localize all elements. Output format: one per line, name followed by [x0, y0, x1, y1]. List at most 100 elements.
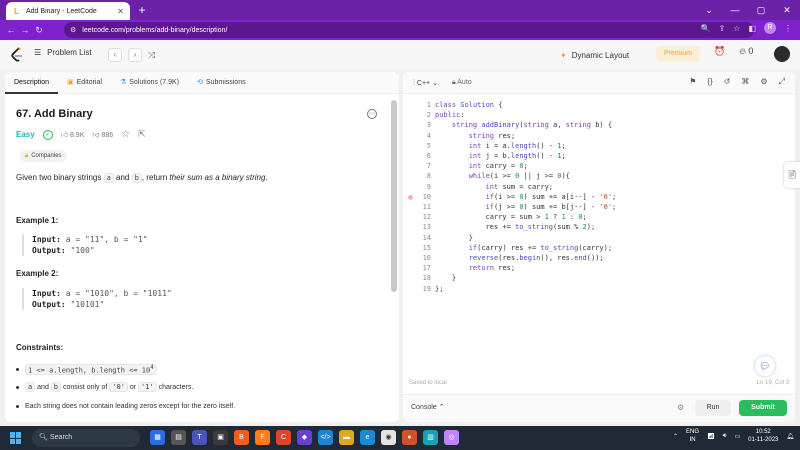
language-select[interactable]: ⁞ C++ ⌄	[413, 79, 438, 87]
leetcode-logo-icon[interactable]	[10, 47, 24, 63]
editorial-icon: ▣	[67, 78, 74, 86]
shuffle-icon[interactable]: ⤨	[148, 50, 155, 61]
minimize-icon[interactable]: —	[722, 0, 748, 20]
code-content[interactable]: class Solution { public: string addBinar…	[435, 100, 616, 294]
tab-solutions[interactable]: ⚗ Solutions (7.9K)	[111, 72, 188, 94]
task-view-icon[interactable]: ▦	[150, 430, 165, 445]
companies-tag[interactable]: 🔒︎ Companies	[20, 150, 67, 162]
like-button[interactable]: 👍︎ 8.9K	[61, 130, 85, 139]
settings-gear-icon[interactable]: ⚙	[760, 77, 767, 87]
thumbs-up-icon: 👍︎	[60, 132, 69, 139]
line-number: 15	[422, 243, 431, 252]
chevron-up-icon[interactable]: ⌃	[673, 433, 678, 440]
vscode-icon[interactable]: </>	[318, 430, 333, 445]
settings-icon[interactable]: ⚙	[677, 403, 684, 412]
submit-button[interactable]: Submit	[739, 400, 787, 416]
example-output: "100"	[70, 246, 95, 255]
volume-icon[interactable]: 🔊︎	[723, 433, 727, 440]
chrome-profile-icon[interactable]: ◎	[444, 430, 459, 445]
streak-counter[interactable]: 🔥︎ 0	[739, 46, 753, 57]
editor-toolbar: ⁞ C++ ⌄ 🔒︎ Auto ⚑ {} ↺ ⌘ ⚙ ⤢	[403, 72, 795, 94]
battery-icon[interactable]: ▭	[734, 433, 740, 440]
share-icon[interactable]: ⇪	[719, 24, 726, 33]
lock-icon: 🔒︎	[25, 153, 29, 159]
bookmark-star-icon[interactable]: ☆	[733, 24, 740, 33]
next-problem-button[interactable]: ›	[128, 48, 142, 62]
firefox-icon[interactable]: F	[255, 430, 270, 445]
file-explorer-icon[interactable]: ▬	[339, 430, 354, 445]
dynamic-layout-button[interactable]: ✦ Dynamic Layout	[560, 46, 629, 64]
clock[interactable]: 10:52 01-11-2023	[748, 428, 778, 444]
close-window-icon[interactable]: ✕	[774, 0, 800, 20]
brave-browser-icon[interactable]: B	[234, 430, 249, 445]
reset-icon[interactable]: ↺	[724, 77, 731, 87]
sidebar-icon[interactable]: ◧	[748, 24, 756, 33]
profile-avatar[interactable]: R	[764, 22, 776, 34]
site-info-icon[interactable]: ⚙	[70, 26, 76, 34]
tab-editorial[interactable]: ▣ Editorial	[58, 72, 111, 94]
line-number: 18	[422, 274, 431, 283]
zoom-icon[interactable]: 🔍	[701, 24, 711, 33]
thumbs-down-icon: 👎︎	[92, 132, 100, 139]
chevron-down-icon[interactable]: ⌄	[696, 0, 722, 20]
app-icon[interactable]: ▣	[213, 430, 228, 445]
app-icon[interactable]: ●	[402, 430, 417, 445]
search-label: Search	[50, 434, 73, 441]
app-icon[interactable]: ◆	[297, 430, 312, 445]
premium-button[interactable]: Premium	[656, 46, 700, 62]
input-label: Input:	[32, 289, 61, 298]
solutions-icon: ⚗	[119, 78, 127, 86]
problem-list-link[interactable]: ☰ Problem List	[34, 48, 92, 57]
dislike-button[interactable]: 👎︎ 886	[92, 130, 113, 139]
language-indicator[interactable]: ENG IN	[686, 428, 699, 444]
chrome-icon[interactable]: C	[276, 430, 291, 445]
share-link-icon[interactable]: ⇱	[138, 129, 146, 140]
prev-problem-button[interactable]: ‹	[108, 48, 122, 62]
back-icon[interactable]: ←	[4, 25, 18, 35]
auto-mode[interactable]: 🔒︎ Auto	[452, 79, 472, 87]
notification-icon[interactable]: 🔔︎	[786, 433, 794, 440]
app-icon[interactable]: ◉	[381, 430, 396, 445]
reload-icon[interactable]: ↻	[32, 25, 46, 36]
side-notes-tab[interactable]: 📄︎	[784, 162, 800, 188]
run-button[interactable]: Run	[695, 400, 731, 416]
favorite-star-icon[interactable]: ☆	[121, 129, 130, 140]
line-number: 5	[426, 141, 431, 150]
bookmark-icon[interactable]: ⚑	[689, 77, 696, 87]
line-numbers: 1 2 3 4 5 6 7 8 9 10 11 12 13 14 15 16 17 18 19	[403, 100, 431, 294]
edge-icon[interactable]: e	[360, 430, 375, 445]
desc-text: Given two binary strings	[16, 173, 104, 182]
tab-description[interactable]: Description	[5, 72, 59, 94]
wifi-icon[interactable]: 📶︎	[707, 433, 715, 440]
var-a: a	[25, 382, 36, 392]
maximize-icon[interactable]: ▢	[748, 0, 774, 20]
format-braces-icon[interactable]: {}	[707, 77, 712, 87]
file-icon[interactable]: ▤	[171, 430, 186, 445]
forward-icon[interactable]: →	[18, 25, 32, 35]
user-avatar[interactable]	[774, 46, 790, 62]
tab-solutions-label: Solutions (7.9K)	[129, 78, 180, 86]
close-tab-icon[interactable]: ✕	[117, 7, 124, 16]
lang-top: ENG	[686, 429, 700, 435]
app-icon[interactable]: ▥	[423, 430, 438, 445]
shortcut-icon[interactable]: ⌘	[741, 77, 749, 87]
windows-start-icon[interactable]	[10, 432, 22, 444]
teams-icon[interactable]: T	[192, 430, 207, 445]
example-output: "10101"	[70, 300, 105, 309]
lock-icon: 🔒︎	[451, 78, 456, 86]
new-tab-button[interactable]: +	[134, 2, 150, 18]
url-field[interactable]: ⚙ leetcode.com/problems/add-binary/descr…	[64, 22, 754, 38]
taskbar-search[interactable]: 🔍︎ Search	[32, 429, 140, 447]
alarm-clock-icon[interactable]: ⏰	[714, 46, 725, 57]
header-icons: ⏰ 🔥︎ 0	[714, 46, 753, 57]
description-scrollbar[interactable]	[391, 100, 397, 292]
fullscreen-icon[interactable]: ⤢	[779, 77, 785, 87]
chat-button[interactable]: 💬︎	[755, 356, 775, 376]
console-toggle[interactable]: Console ⌃	[411, 403, 445, 411]
more-options-icon[interactable]: ⋯	[367, 109, 377, 119]
browser-tab[interactable]: L Add Binary - LeetCode ✕	[6, 2, 130, 20]
menu-dots-icon[interactable]: ⋮	[784, 24, 792, 33]
tab-submissions[interactable]: ⟲ Submissions	[188, 72, 255, 94]
text: or	[127, 384, 139, 391]
exponent: 4	[150, 365, 154, 371]
